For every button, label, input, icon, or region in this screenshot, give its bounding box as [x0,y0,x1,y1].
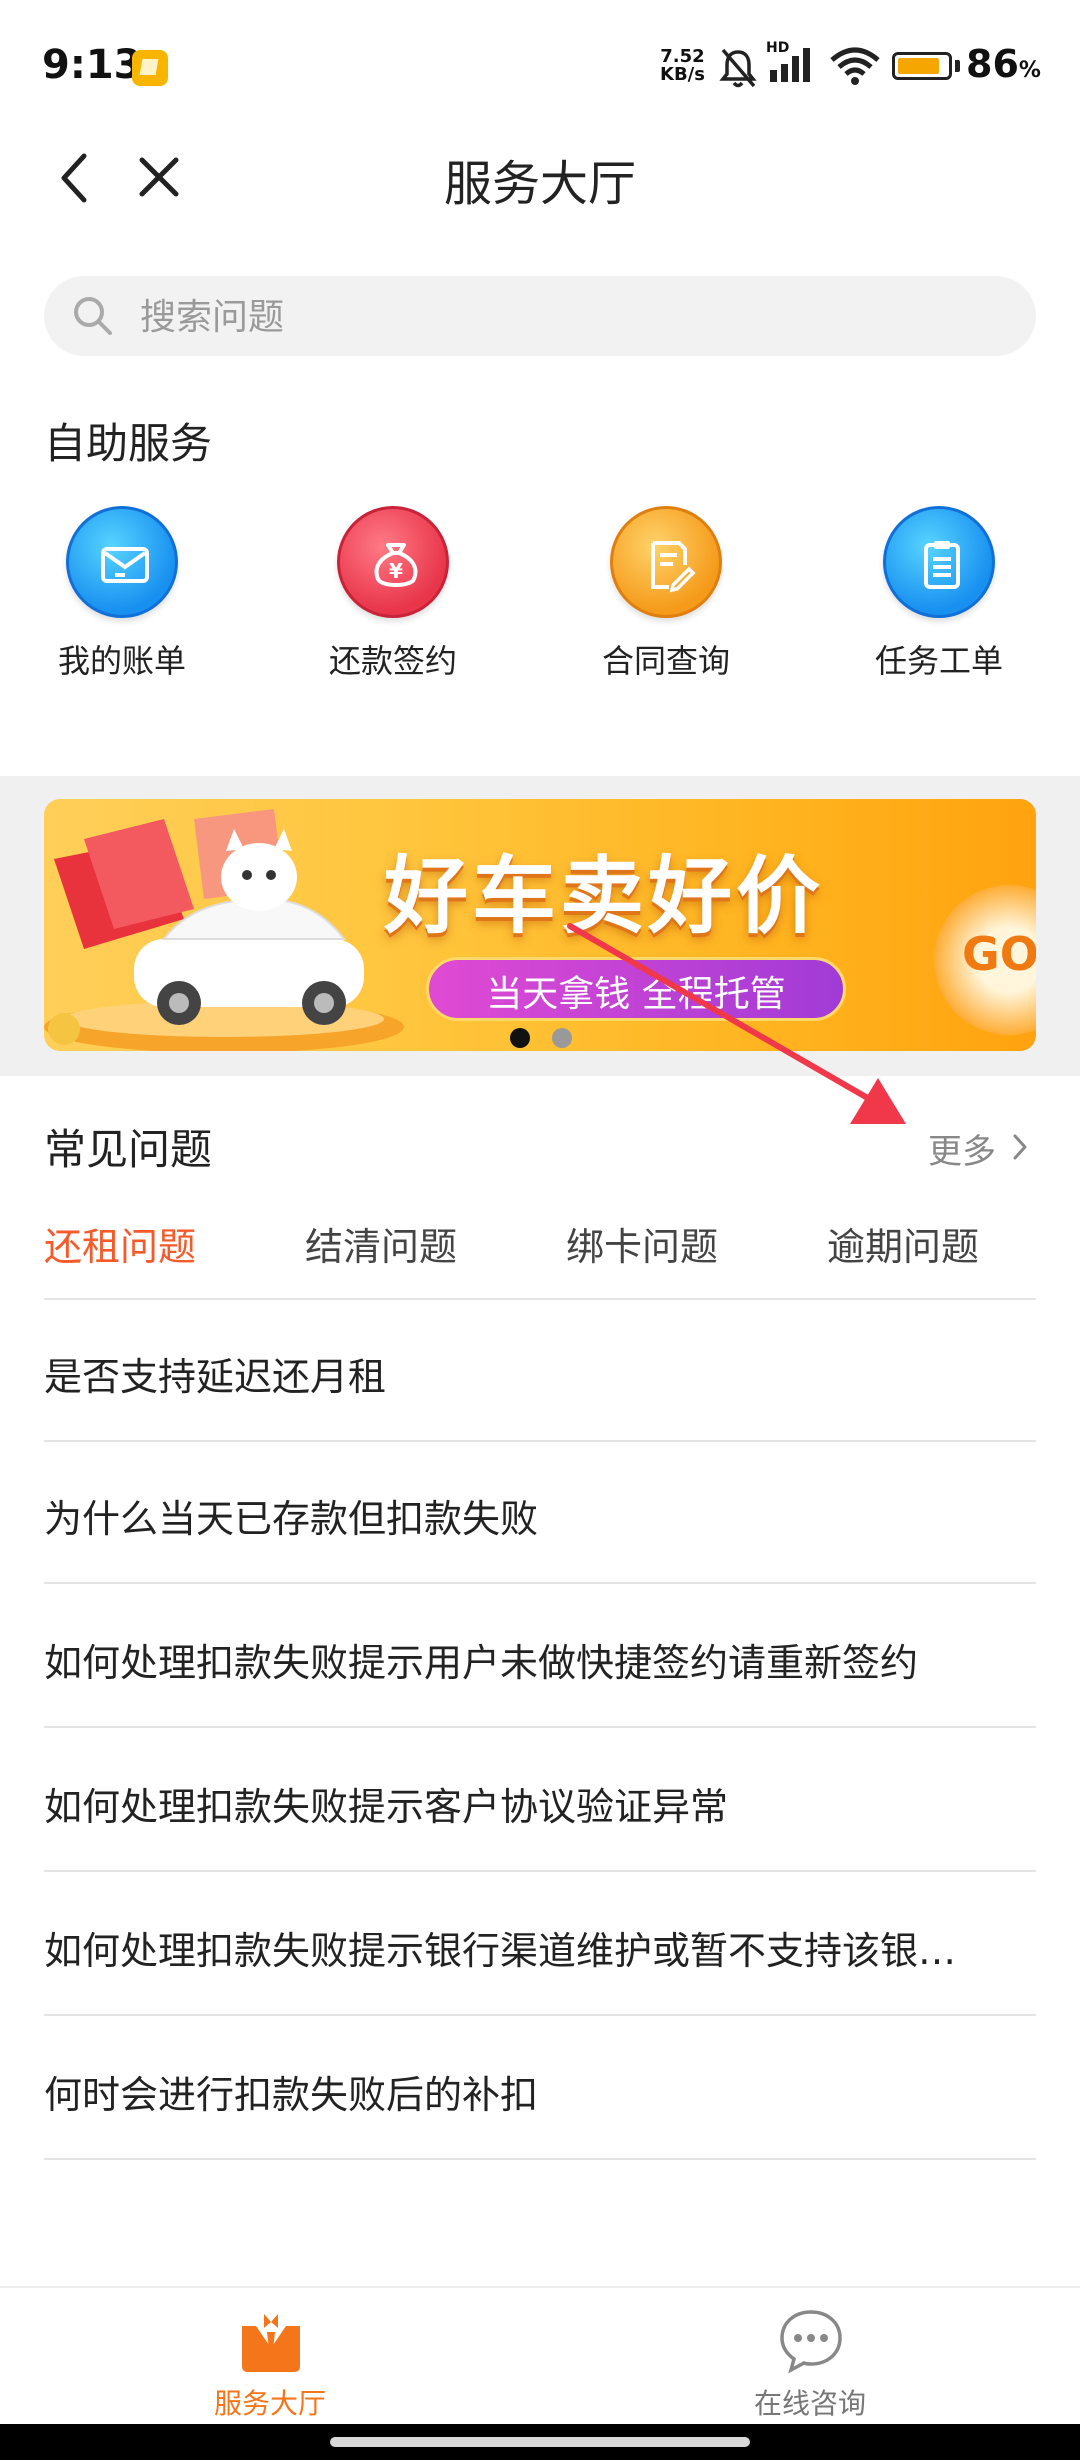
search-icon [74,297,112,335]
svg-text:¥: ¥ [389,559,403,583]
network-speed: 7.52 KB/s [660,48,705,84]
service-hall-icon[interactable] [236,2306,306,2376]
cellular-signal-icon [770,48,810,82]
status-time: 9:13 [42,42,142,88]
nav-service-hall[interactable]: 服务大厅 [170,2382,370,2422]
repay-sign-icon-circle: ¥ [337,506,449,618]
self-service-title: 自助服务 [44,419,213,468]
faq-question[interactable]: 如何处理扣款失败提示银行渠道维护或暂不支持该银… [44,1876,1036,2016]
gallery-notification-icon [132,50,168,86]
faq-question-text: 何时会进行扣款失败后的补扣 [44,2073,539,2117]
document-edit-icon [651,541,696,593]
faq-question[interactable]: 是否支持延迟还月租 [44,1302,1036,1442]
tab-bind-card[interactable]: 绑卡问题 [566,1216,718,1271]
annotation-arrow-icon [567,923,906,1124]
faq-question-text: 为什么当天已存款但扣款失败 [44,1497,539,1541]
wifi-icon [830,47,880,85]
bell-muted-icon [719,48,757,88]
battery-tip [955,60,960,72]
faq-question[interactable]: 何时会进行扣款失败后的补扣 [44,2020,1036,2160]
faq-question-text: 如何处理扣款失败提示客户协议验证异常 [44,1785,729,1829]
mail-icon [101,547,149,583]
battery-percent: 86% [966,42,1041,86]
faq-question-text: 如何处理扣款失败提示用户未做快捷签约请重新签约 [44,1641,919,1685]
more-link[interactable]: 更多 [928,1124,996,1173]
chevron-right-icon[interactable] [1010,1132,1030,1162]
faq-question[interactable]: 如何处理扣款失败提示客户协议验证异常 [44,1732,1036,1872]
faq-title: 常见问题 [44,1125,213,1174]
search-input[interactable] [138,284,1002,350]
task-ticket-icon-circle [883,506,995,618]
nav-online-consult[interactable]: 在线咨询 [710,2382,910,2422]
service-label: 任务工单 [874,642,1003,680]
money-bag-icon: ¥ [374,543,418,587]
home-indicator[interactable] [330,2437,750,2447]
faq-question-text: 是否支持延迟还月租 [44,1355,387,1399]
faq-question[interactable]: 为什么当天已存款但扣款失败 [44,1444,1036,1584]
service-repay-sign[interactable]: ¥ 还款签约 [283,506,503,682]
contract-query-icon-circle [610,506,722,618]
tab-overdue[interactable]: 逾期问题 [827,1216,979,1271]
banner-go-label: GO [962,927,1036,981]
battery-icon [892,52,952,80]
service-contract-query[interactable]: 合同查询 [556,506,776,682]
my-bill-icon-circle [66,506,178,618]
tab-repay-rent[interactable]: 还租问题 [44,1216,196,1271]
faq-question[interactable]: 如何处理扣款失败提示用户未做快捷签约请重新签约 [44,1588,1036,1728]
carousel-dot-active[interactable] [510,1028,530,1048]
faq-question-text: 如何处理扣款失败提示银行渠道维护或暂不支持该银… [44,1929,957,1973]
network-speed-unit: KB/s [660,64,705,85]
service-my-bill[interactable]: 我的账单 [12,506,232,682]
tab-settlement[interactable]: 结清问题 [305,1216,457,1271]
battery-percent-value: 86 [966,42,1019,86]
tabs-divider [44,1298,1036,1300]
chat-bubble-icon[interactable] [776,2306,846,2376]
page-title: 服务大厅 [443,156,636,212]
service-label: 我的账单 [57,642,186,680]
battery-percent-unit: % [1018,58,1041,83]
clipboard-icon [924,541,960,589]
service-task-ticket[interactable]: 任务工单 [829,506,1049,682]
service-label: 还款签约 [328,642,457,680]
service-label: 合同查询 [601,642,730,680]
